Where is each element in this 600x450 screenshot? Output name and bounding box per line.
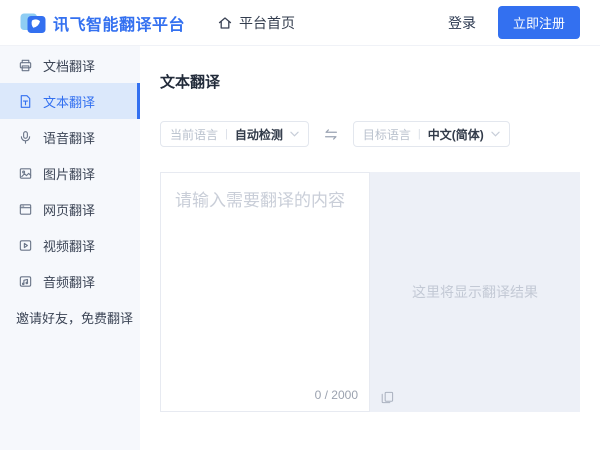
logo-text: 讯飞智能翻译平台: [53, 11, 185, 35]
sidebar-item-text-translate[interactable]: 文本翻译: [0, 83, 140, 119]
copy-result-icon[interactable]: [381, 391, 394, 404]
source-text-panel: 0 / 2000: [160, 172, 370, 412]
target-language-value: 中文(简体): [428, 126, 484, 143]
sidebar-item-label: 图片翻译: [43, 164, 95, 183]
selector-divider: |: [225, 128, 228, 140]
sidebar-item-label: 视频翻译: [43, 236, 95, 255]
brand-logo[interactable]: 讯飞智能翻译平台: [20, 10, 185, 36]
audio-icon: [18, 274, 33, 289]
sidebar-item-audio-translate[interactable]: 音频翻译: [0, 263, 140, 299]
home-icon: [217, 15, 233, 31]
translation-input[interactable]: [161, 173, 369, 373]
source-language-label: 当前语言: [170, 126, 218, 143]
logo-icon: [20, 10, 46, 36]
chevron-down-icon: [491, 131, 500, 137]
main-content: 文本翻译 当前语言 | 自动检测 目标语言 | 中文(简体): [140, 46, 600, 450]
source-language-select[interactable]: 当前语言 | 自动检测: [160, 121, 309, 147]
result-panel: 这里将显示翻译结果: [370, 172, 580, 412]
target-language-label: 目标语言: [363, 126, 411, 143]
sidebar-item-label: 文本翻译: [43, 92, 95, 111]
sidebar-item-webpage-translate[interactable]: 网页翻译: [0, 191, 140, 227]
sidebar-item-image-translate[interactable]: 图片翻译: [0, 155, 140, 191]
sidebar-nav: 文档翻译 文本翻译 语音翻译 图片翻译 网页翻译: [0, 46, 140, 450]
video-icon: [18, 238, 33, 253]
invite-friends-link[interactable]: 邀请好友，免费翻译: [0, 299, 140, 335]
home-link-label: 平台首页: [239, 13, 295, 33]
voice-icon: [18, 130, 33, 145]
source-language-value: 自动检测: [235, 126, 283, 143]
translation-panels: 0 / 2000 这里将显示翻译结果: [160, 172, 580, 412]
sidebar-item-label: 语音翻译: [43, 128, 95, 147]
webpage-icon: [18, 202, 33, 217]
document-icon: [18, 58, 33, 73]
sidebar-item-document-translate[interactable]: 文档翻译: [0, 47, 140, 83]
selector-divider: |: [418, 128, 421, 140]
result-placeholder-text: 这里将显示翻译结果: [412, 282, 538, 302]
sidebar-item-label: 网页翻译: [43, 200, 95, 219]
sidebar-item-label: 文档翻译: [43, 56, 95, 75]
header-actions: 登录 立即注册: [448, 6, 580, 39]
text-file-icon: [18, 94, 33, 109]
target-language-select[interactable]: 目标语言 | 中文(简体): [353, 121, 510, 147]
image-icon: [18, 166, 33, 181]
sidebar-item-video-translate[interactable]: 视频翻译: [0, 227, 140, 263]
sidebar-item-label: 音频翻译: [43, 272, 95, 291]
top-header: 讯飞智能翻译平台 平台首页 登录 立即注册: [0, 0, 600, 46]
language-selector-row: 当前语言 | 自动检测 目标语言 | 中文(简体): [160, 121, 580, 147]
sidebar-item-voice-translate[interactable]: 语音翻译: [0, 119, 140, 155]
login-link[interactable]: 登录: [448, 13, 476, 33]
register-button[interactable]: 立即注册: [498, 6, 580, 39]
swap-languages-icon[interactable]: [322, 128, 340, 141]
chevron-down-icon: [290, 131, 299, 137]
page-title: 文本翻译: [160, 71, 580, 92]
nav-platform-home[interactable]: 平台首页: [217, 13, 295, 33]
char-counter: 0 / 2000: [315, 388, 358, 402]
